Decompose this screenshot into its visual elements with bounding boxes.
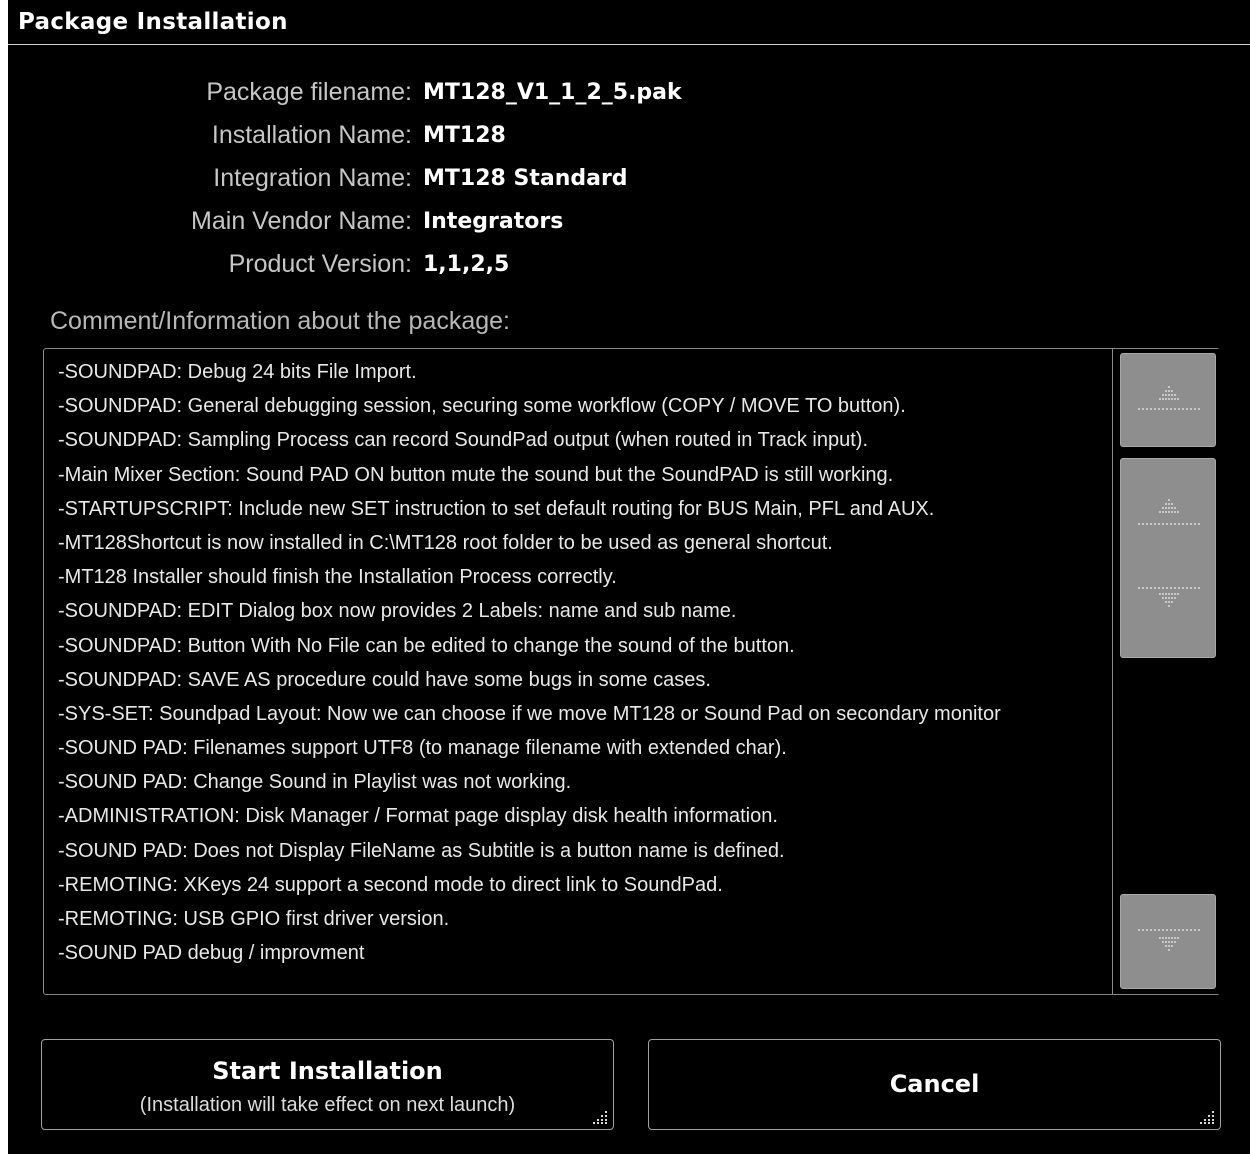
comment-line: -SOUNDPAD: SAVE AS procedure could have …: [58, 668, 711, 691]
package-installation-dialog: Package Installation Package filename: M…: [8, 0, 1250, 1154]
info-row-main-vendor-name: Main Vendor Name: Integrators: [8, 207, 1250, 243]
scroll-to-bottom-button[interactable]: [1120, 894, 1216, 989]
comment-line: -SOUNDPAD: General debugging session, se…: [58, 395, 906, 418]
installation-name-value: MT128: [423, 123, 506, 148]
start-installation-label: Start Installation: [212, 1057, 443, 1085]
scroll-down-icon[interactable]: [1121, 559, 1215, 657]
title-bar: Package Installation: [8, 0, 1250, 45]
comment-line: -SOUNDPAD: Sampling Process can record S…: [58, 429, 869, 452]
resize-grip-icon: [1200, 1111, 1214, 1124]
comment-line: -ADMINISTRATION: Disk Manager / Format p…: [58, 805, 778, 828]
comment-line: -REMOTING: XKeys 24 support a second mod…: [58, 873, 723, 896]
info-row-integration-name: Integration Name: MT128 Standard: [8, 164, 1250, 200]
vertical-scrollbar[interactable]: [1112, 349, 1220, 994]
comment-line: -SOUNDPAD: Debug 24 bits File Import.: [58, 361, 417, 383]
comment-line: -SOUNDPAD: EDIT Dialog box now provides …: [58, 600, 737, 623]
scroll-to-top-button[interactable]: [1120, 353, 1216, 447]
start-installation-sublabel: (Installation will take effect on next l…: [139, 1094, 516, 1116]
comment-text-area[interactable]: -SOUNDPAD: Debug 24 bits File Import. -S…: [43, 348, 1220, 995]
integration-name-label: Integration Name:: [213, 164, 412, 192]
product-version-value: 1,1,2,5: [423, 252, 510, 277]
comment-line: -SOUND PAD: Filenames support UTF8 (to m…: [58, 737, 787, 760]
scroll-up-down-panel[interactable]: [1120, 458, 1216, 658]
resize-grip-icon: [593, 1111, 607, 1124]
comment-lines: -SOUNDPAD: Debug 24 bits File Import. -S…: [58, 355, 1114, 970]
comment-line: -SOUNDPAD: Button With No File can be ed…: [58, 634, 795, 657]
comment-heading: Comment/Information about the package:: [50, 307, 510, 335]
main-vendor-name-label: Main Vendor Name:: [191, 207, 412, 235]
info-row-package-filename: Package filename: MT128_V1_1_2_5.pak: [8, 78, 1250, 114]
comment-line: -Main Mixer Section: Sound PAD ON button…: [58, 463, 894, 486]
integration-name-value: MT128 Standard: [423, 166, 628, 191]
comment-line: -SYS-SET: Soundpad Layout: Now we can ch…: [58, 702, 1001, 725]
cancel-button[interactable]: Cancel: [648, 1039, 1221, 1130]
comment-line: -MT128 Installer should finish the Insta…: [58, 566, 617, 589]
comment-line: -STARTUPSCRIPT: Include new SET instruct…: [58, 497, 935, 520]
comment-line: -SOUND PAD debug / improvment: [58, 942, 365, 965]
comment-line: -MT128Shortcut is now installed in C:\MT…: [58, 531, 833, 554]
info-row-installation-name: Installation Name: MT128: [8, 121, 1250, 157]
main-vendor-name-value: Integrators: [423, 209, 564, 234]
package-filename-value: MT128_V1_1_2_5.pak: [423, 80, 682, 105]
cancel-label: Cancel: [889, 1070, 980, 1098]
scroll-top-icon: [1138, 386, 1200, 410]
comment-line: -REMOTING: USB GPIO first driver version…: [58, 908, 450, 930]
start-installation-button[interactable]: Start Installation (Installation will ta…: [41, 1039, 614, 1130]
scroll-up-icon[interactable]: [1121, 459, 1215, 559]
window-title: Package Installation: [18, 9, 288, 35]
scroll-bottom-icon: [1138, 929, 1200, 951]
comment-line: -SOUND PAD: Change Sound in Playlist was…: [58, 771, 572, 794]
comment-line: -SOUND PAD: Does not Display FileName as…: [58, 839, 785, 862]
installation-name-label: Installation Name:: [211, 121, 412, 149]
product-version-label: Product Version:: [228, 250, 412, 278]
package-filename-label: Package filename:: [206, 78, 412, 106]
info-row-product-version: Product Version: 1,1,2,5: [8, 250, 1250, 286]
